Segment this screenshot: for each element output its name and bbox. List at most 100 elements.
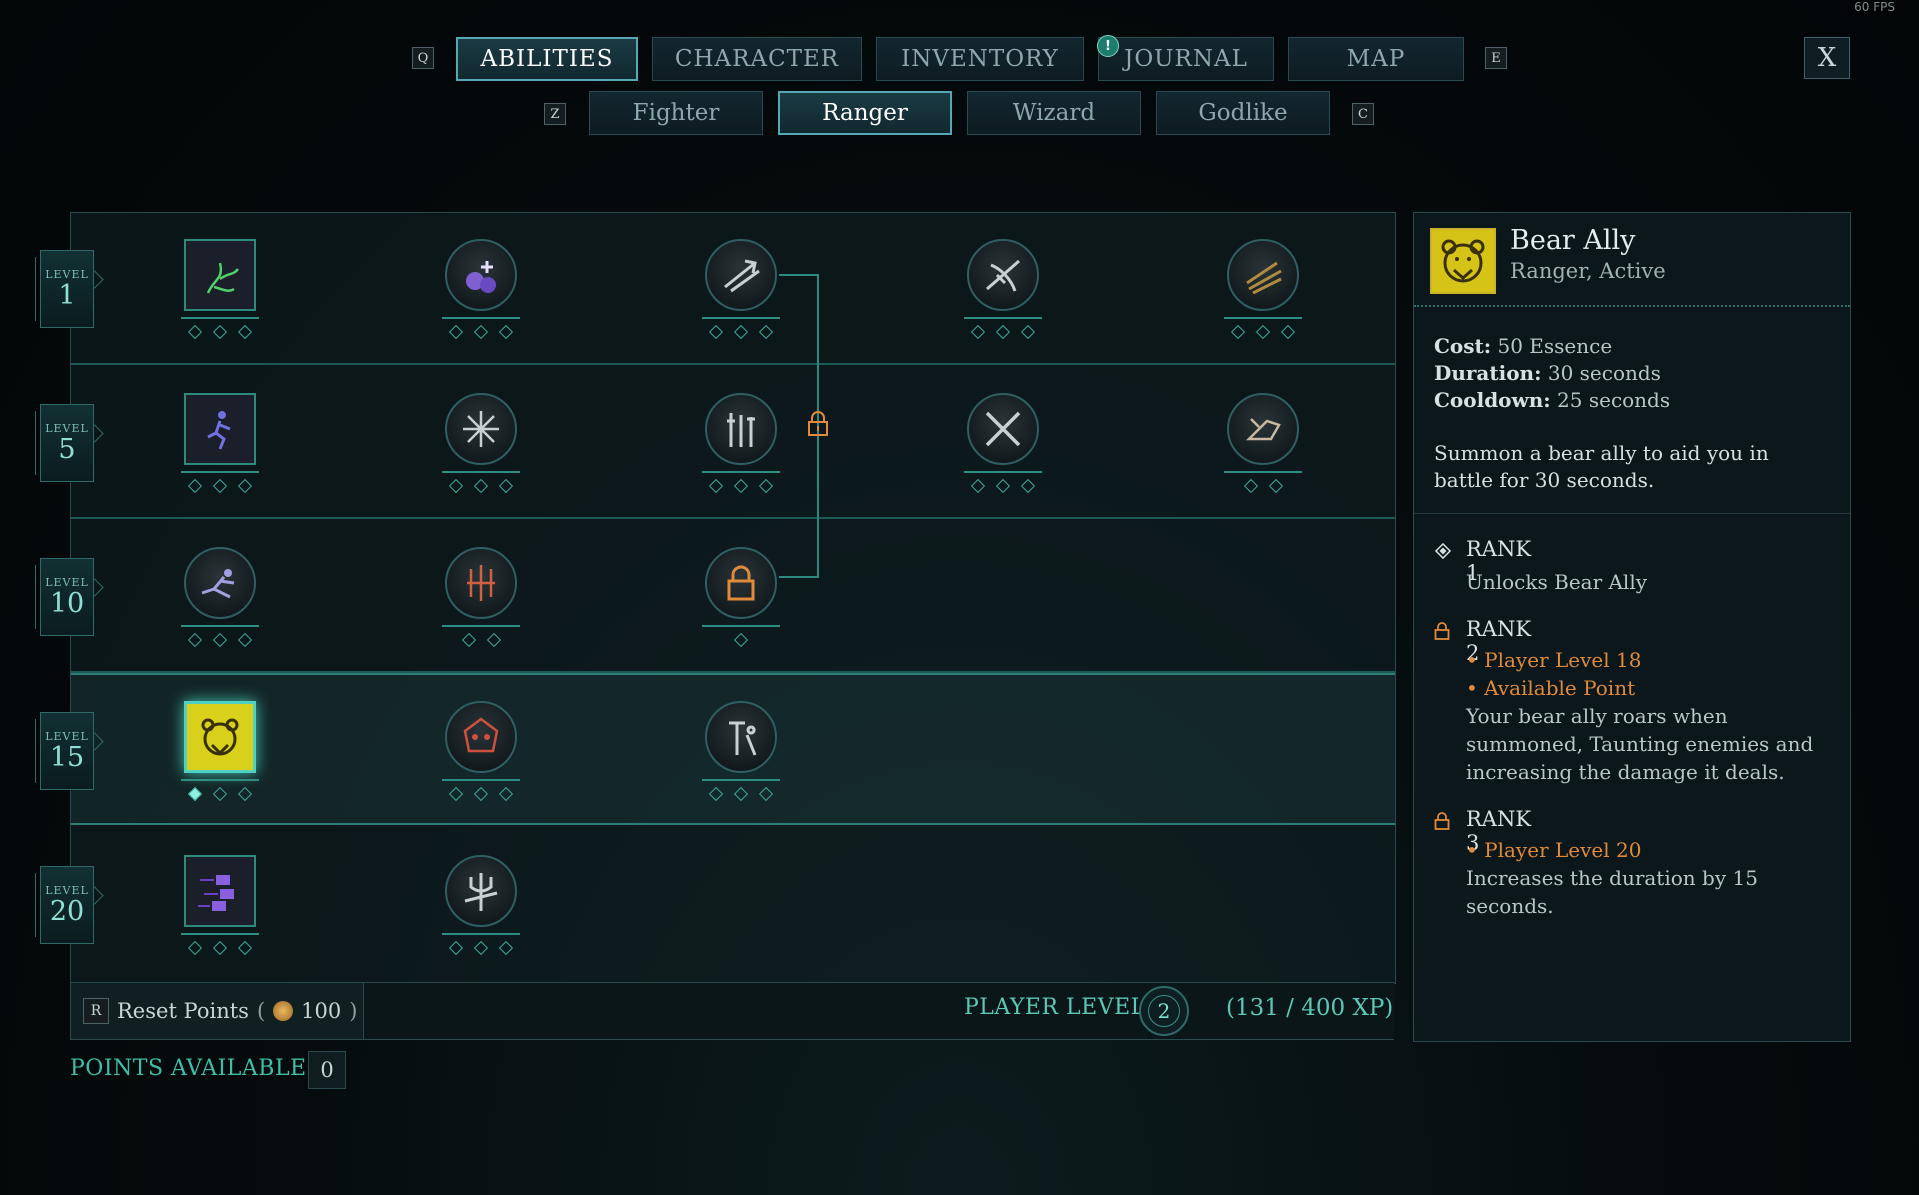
flurry-fists-ability-node[interactable] [184,855,256,927]
rank-pip [733,478,749,494]
locked-node-icon [727,565,755,601]
beast-skull-icon [463,717,499,753]
tab-fighter[interactable]: Fighter [589,91,763,135]
rank-pip [1230,324,1246,340]
rank-pip [237,632,253,648]
tab-ranger[interactable]: Ranger [778,91,952,135]
tab-journal[interactable]: JOURNAL [1098,37,1274,81]
divider [1414,513,1850,517]
tree-row-level-20 [71,829,1395,981]
player-level-label: PLAYER LEVEL [964,995,1146,1020]
journal-alert-icon: ! [1097,35,1119,57]
reset-label: Reset Points [117,999,249,1023]
reset-points-button[interactable]: R Reset Points ( 100) [70,982,364,1040]
node-underline [181,625,259,627]
hand-strike-ability-node[interactable] [1227,393,1299,465]
hammer-figure-icon [729,721,757,756]
rank-pip [758,478,774,494]
triple-spear-ability-node[interactable] [445,547,517,619]
node-underline [964,317,1042,319]
level-badge-5: LEVEL 5 [35,404,94,482]
arrow-volley-icon [724,259,760,293]
node-underline [181,779,259,781]
rank-pip [237,478,253,494]
potion-bombs-icon [466,261,496,293]
rank-pips [175,478,265,497]
trident-ability-node[interactable] [445,855,517,927]
rank-pip [1020,478,1036,494]
dash-figure-icon [207,411,231,450]
rank-pip [498,786,514,802]
rank-pip [237,324,253,340]
beast-skull-ability-node[interactable] [445,701,517,773]
level-badge-1: LEVEL 1 [35,250,94,328]
rank-diamond-icon [1434,541,1452,565]
tab-abilities[interactable]: ABILITIES [456,37,638,81]
crossbow-ability-node[interactable] [967,239,1039,311]
potion-bombs-ability-node[interactable] [445,239,517,311]
rank-pip [187,478,203,494]
rank-pips [958,324,1048,343]
tab-wizard[interactable]: Wizard [967,91,1141,135]
node-underline [181,471,259,473]
rank-pip [995,324,1011,340]
blade-burst-ability-node[interactable] [445,393,517,465]
trident-icon [464,873,498,911]
hammer-figure-ability-node[interactable] [705,701,777,773]
rank-pips [175,786,265,805]
rank-pip [237,940,253,956]
weapons-ability-node[interactable] [705,393,777,465]
slide-figure-ability-node[interactable] [184,547,256,619]
locked-node-ability-node[interactable] [705,547,777,619]
close-button[interactable]: X [1804,37,1850,79]
lock-icon [1434,621,1450,646]
rank-pip [448,940,464,956]
rank-pip [187,940,203,956]
lock-icon [1434,811,1450,836]
rank-pips [1218,478,1308,497]
rank-pips [696,324,786,343]
level-badge-15: LEVEL 15 [35,712,94,790]
rank-pips [436,786,526,805]
rank-pip [237,786,253,802]
rank-pips [436,324,526,343]
rank-pips [175,324,265,343]
crossed-swords-ability-node[interactable] [967,393,1039,465]
reset-cost: 100 [301,999,342,1023]
rank-2-requirement: • Player Level 18 [1466,648,1642,672]
rank-pip [212,786,228,802]
rank-pip [498,478,514,494]
next-class-key[interactable]: C [1352,103,1374,125]
arrow-volley-ability-node[interactable] [705,239,777,311]
tab-character[interactable]: CHARACTER [652,37,862,81]
tab-map[interactable]: MAP [1288,37,1464,81]
node-underline [442,933,520,935]
detail-description: Summon a bear ally to aid you in battle … [1434,441,1769,492]
divider [1414,305,1850,310]
player-level-value: 2 [1148,995,1180,1027]
slide-figure-icon [201,569,235,599]
node-underline [702,471,780,473]
dash-figure-ability-node[interactable] [184,393,256,465]
level-badge-20: LEVEL 20 [35,866,94,944]
rank-pips [175,940,265,959]
rank-pips [436,632,526,651]
node-underline [442,779,520,781]
node-underline [702,779,780,781]
claw-slash-ability-node[interactable] [1227,239,1299,311]
green-vine-ability-node[interactable] [184,239,256,311]
next-tab-key[interactable]: E [1485,47,1507,69]
prev-class-key[interactable]: Z [544,103,566,125]
tab-godlike[interactable]: Godlike [1156,91,1330,135]
tab-inventory[interactable]: INVENTORY [876,37,1084,81]
bear-ability-node[interactable] [184,701,256,773]
cost-stat: Cost: 50 Essence [1434,334,1613,358]
connector-line [779,274,819,276]
rank-pip [758,324,774,340]
node-underline [702,317,780,319]
node-underline [964,471,1042,473]
detail-title: Bear Ally [1510,225,1636,256]
node-underline [181,317,259,319]
prev-tab-key[interactable]: Q [412,47,434,69]
rank-pip [733,786,749,802]
